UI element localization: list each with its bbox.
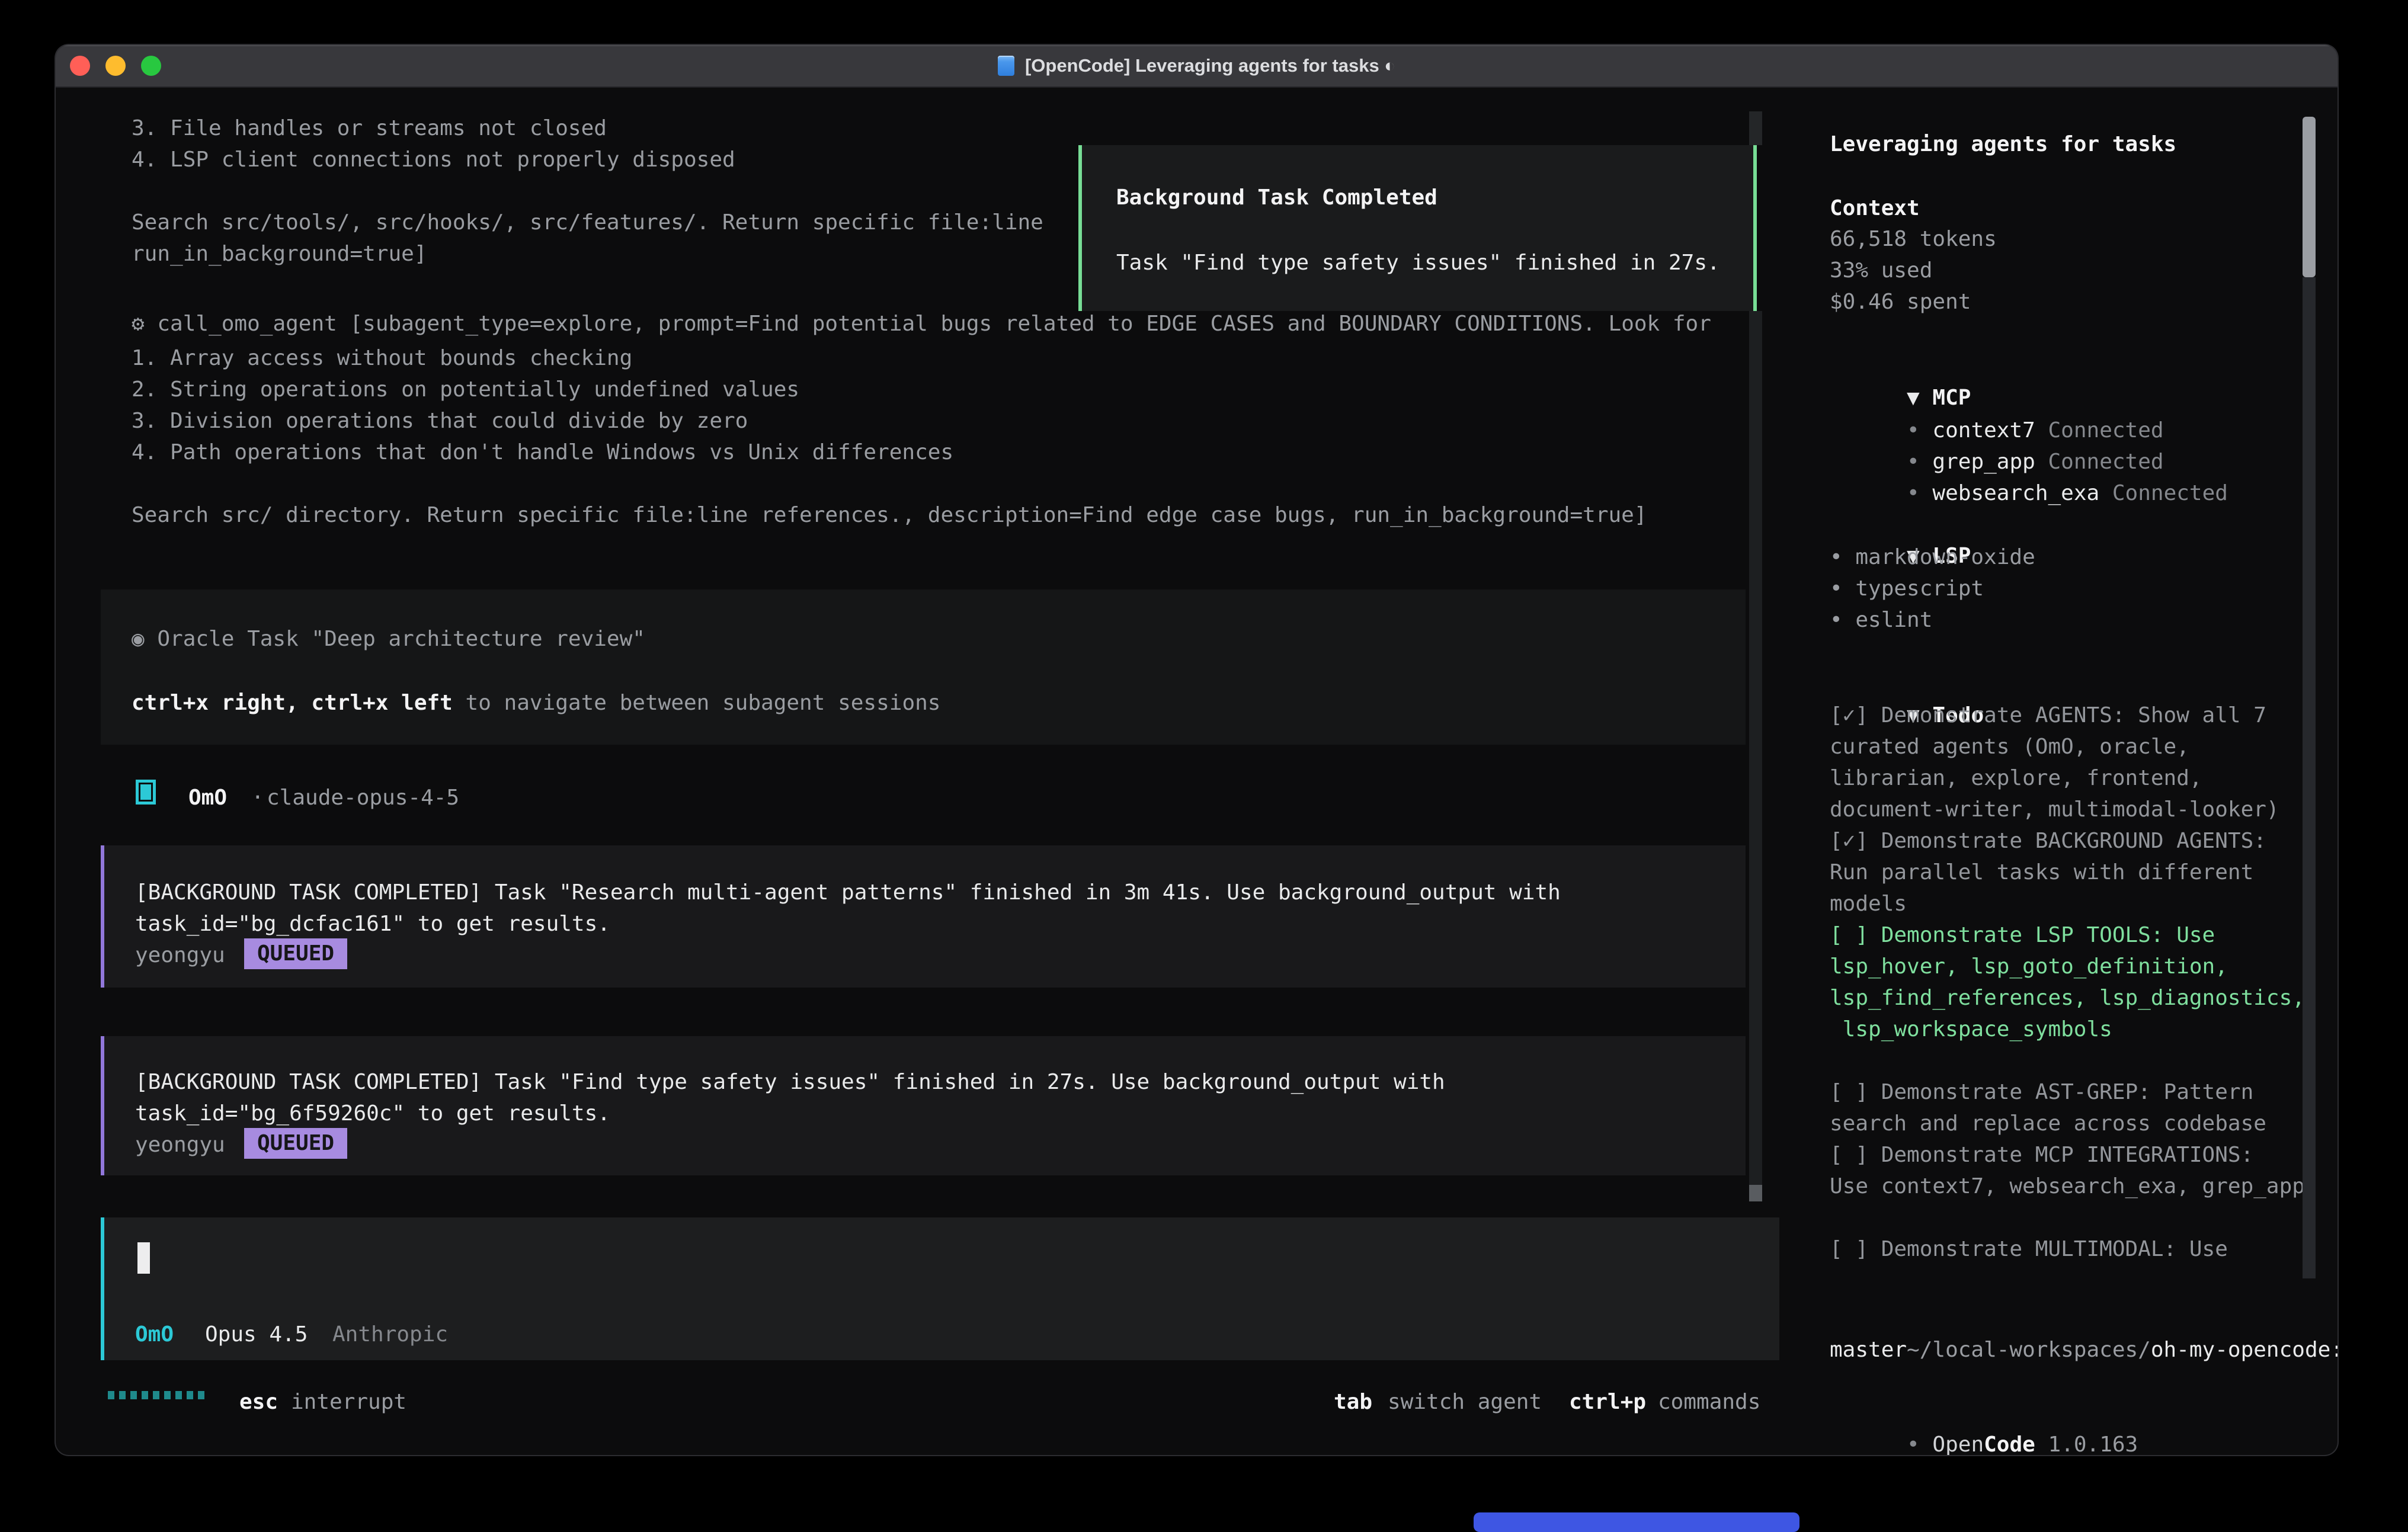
gear-icon: ⚙ [132, 312, 145, 336]
workspace-path-repo: oh-my-opencode: [2151, 1338, 2337, 1362]
app-name-open: Open [1932, 1432, 1984, 1455]
input-provider-label: Anthropic [332, 1319, 448, 1350]
notification-body: Task "Find type safety issues" finished … [1116, 247, 1720, 278]
mcp-item-name: websearch_exa [1932, 481, 2099, 505]
oracle-task-box: ◉ Oracle Task "Deep architecture review"… [101, 589, 1746, 745]
traffic-lights [56, 56, 161, 76]
task-line2: task_id="bg_dcfac161" to get results. [135, 908, 610, 940]
task-author: yeongyu [135, 940, 225, 971]
tab-key-label: switch agent [1388, 1386, 1542, 1418]
oracle-hint-row: ctrl+x right, ctrl+x left to navigate be… [132, 687, 940, 719]
tool-call-header-row: ⚙ call_omo_agent [subagent_type=explore,… [132, 308, 1711, 339]
window-title-group: [OpenCode] Leveraging agents for tasks ◐ [56, 45, 2337, 87]
main-scrollbar-segment [1749, 111, 1762, 145]
agent-model: claude-opus-4-5 [267, 782, 459, 813]
app-name-code: Code [1984, 1432, 2035, 1455]
background-task-message: [BACKGROUND TASK COMPLETED] Task "Resear… [101, 845, 1746, 988]
input-model-label: Opus 4.5 [205, 1319, 308, 1350]
agent-separator: · [251, 782, 264, 813]
prompt-input[interactable]: OmO Opus 4.5 Anthropic [101, 1217, 1779, 1360]
commands-key-label: commands [1658, 1386, 1760, 1418]
app-version-row: • OpenCode 1.0.163 [1830, 1398, 2138, 1455]
titlebar: [OpenCode] Leveraging agents for tasks ◐ [56, 45, 2337, 88]
task-line2: task_id="bg_6f59260c" to get results. [135, 1098, 610, 1129]
esc-key-label: interrupt [291, 1386, 406, 1418]
agent-icon [136, 780, 156, 805]
oracle-hint-text: to navigate between subagent sessions [453, 691, 941, 715]
tool-call-header: call_omo_agent [subagent_type=explore, p… [157, 312, 1711, 336]
mcp-item-status: Connected [2112, 481, 2228, 505]
tool-call-footer: Search src/ directory. Return specific f… [132, 499, 1647, 531]
todo-pending-items: [ ] Demonstrate AST-GREP: Pattern search… [1830, 1076, 2305, 1265]
task-line1: [BACKGROUND TASK COMPLETED] Task "Resear… [135, 877, 1561, 908]
workspace-branch: master [1830, 1334, 1907, 1366]
input-agent-label: OmO [135, 1319, 174, 1350]
window-title: [OpenCode] Leveraging agents for tasks ◐ [1025, 45, 1395, 87]
bullet-icon: • [1907, 481, 1920, 505]
task-line1: [BACKGROUND TASK COMPLETED] Task "Find t… [135, 1066, 1445, 1098]
terminal-window: [OpenCode] Leveraging agents for tasks ◐… [56, 45, 2337, 1455]
zoom-window-button[interactable] [141, 56, 161, 76]
queued-badge: QUEUED [244, 938, 347, 969]
workspace-path-prefix: ~/local-workspaces/ [1907, 1338, 2151, 1362]
desktop: [OpenCode] Leveraging agents for tasks ◐… [0, 0, 2408, 1532]
task-author: yeongyu [135, 1129, 225, 1161]
minimize-window-button[interactable] [105, 56, 126, 76]
sidebar-context-stats: 66,518 tokens 33% used $0.46 spent [1830, 223, 1997, 318]
sidebar-session-title: Leveraging agents for tasks [1830, 129, 2176, 160]
todo-active-item: [ ] Demonstrate LSP TOOLS: Use lsp_hover… [1830, 919, 2305, 1045]
spinner-dots-icon [108, 1391, 204, 1399]
main-scrollbar-track [1749, 311, 1762, 1185]
document-icon [998, 56, 1014, 76]
bullet-icon: • [1907, 1432, 1920, 1455]
lsp-items: • markdown-oxide • typescript • eslint [1830, 541, 2035, 636]
tool-call-items: 1. Array access without bounds checking … [132, 342, 953, 468]
background-task-message: [BACKGROUND TASK COMPLETED] Task "Find t… [101, 1036, 1746, 1175]
sidebar-scrollbar-track [2303, 277, 2316, 1278]
text-cursor [137, 1242, 150, 1274]
sidebar-context-heading: Context [1830, 193, 1920, 224]
oracle-hint-keys: ctrl+x right, ctrl+x left [132, 691, 453, 715]
scrollback-text: 3. File handles or streams not closed 4.… [132, 113, 1043, 270]
esc-key-hint: esc [239, 1386, 278, 1418]
app-version-number: 1.0.163 [2048, 1432, 2138, 1455]
agent-name: OmO [188, 782, 227, 813]
background-task-notification: Background Task Completed Task "Find typ… [1078, 145, 1757, 311]
close-window-button[interactable] [70, 56, 90, 76]
commands-key-hint: ctrl+p [1569, 1386, 1646, 1418]
main-scrollbar-thumb[interactable] [1749, 1185, 1762, 1201]
todo-done-items: [✓] Demonstrate AGENTS: Show all 7 curat… [1830, 700, 2279, 919]
oracle-task-title: ◉ Oracle Task "Deep architecture review" [132, 623, 645, 655]
queued-badge: QUEUED [244, 1128, 347, 1159]
notification-title: Background Task Completed [1116, 182, 1437, 213]
sidebar-scrollbar-thumb[interactable] [2303, 117, 2316, 277]
dock-window-sliver [1474, 1512, 1799, 1532]
tab-key-hint: tab [1334, 1386, 1372, 1418]
